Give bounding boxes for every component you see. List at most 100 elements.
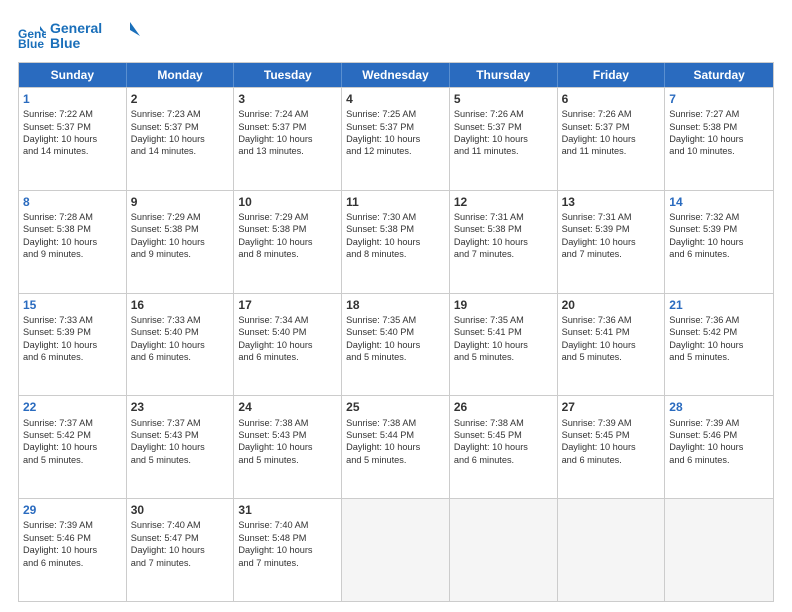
svg-text:Blue: Blue <box>50 35 81 51</box>
cal-cell: 28Sunrise: 7:39 AM Sunset: 5:46 PM Dayli… <box>665 396 773 498</box>
week-row-0: 1Sunrise: 7:22 AM Sunset: 5:37 PM Daylig… <box>19 87 773 190</box>
day-info: Sunrise: 7:35 AM Sunset: 5:40 PM Dayligh… <box>346 315 420 362</box>
cal-cell: 22 Sunrise: 7:37 AM Sunset: 5:42 PM Dayli… <box>19 396 127 498</box>
day-number: 22 <box>23 399 122 415</box>
day-info: Sunrise: 7:37 AM Sunset: 5:43 PM Dayligh… <box>131 418 205 465</box>
day-number: 14 <box>669 194 769 210</box>
cal-cell: 20 Sunrise: 7:36 AM Sunset: 5:41 PM Dayli… <box>558 294 666 396</box>
page: General Blue General Blue SundayMondayTu… <box>0 0 792 612</box>
day-number: 24 <box>238 399 337 415</box>
day-number: 9 <box>131 194 230 210</box>
header-day-friday: Friday <box>558 63 666 87</box>
cal-cell <box>665 499 773 601</box>
calendar-body: 1Sunrise: 7:22 AM Sunset: 5:37 PM Daylig… <box>19 87 773 601</box>
week-row-4: 29 Sunrise: 7:39 AM Sunset: 5:46 PM Dayli… <box>19 498 773 601</box>
day-number: 4 <box>346 91 445 107</box>
week-row-3: 22 Sunrise: 7:37 AM Sunset: 5:42 PM Dayli… <box>19 395 773 498</box>
header-day-sunday: Sunday <box>19 63 127 87</box>
day-number: 5 <box>454 91 553 107</box>
cal-cell: 21 Sunrise: 7:36 AM Sunset: 5:42 PM Dayli… <box>665 294 773 396</box>
day-number: 3 <box>238 91 337 107</box>
header-day-wednesday: Wednesday <box>342 63 450 87</box>
day-number: 8 <box>23 194 122 210</box>
day-number: 17 <box>238 297 337 313</box>
day-info: Sunrise: 7:29 AM Sunset: 5:38 PM Dayligh… <box>131 212 205 259</box>
calendar-header: SundayMondayTuesdayWednesdayThursdayFrid… <box>19 63 773 87</box>
day-info: Sunrise: 7:24 AM Sunset: 5:37 PM Dayligh… <box>238 109 312 156</box>
svg-text:Blue: Blue <box>18 37 44 50</box>
day-info: Sunrise: 7:27 AM Sunset: 5:38 PM Dayligh… <box>669 109 743 156</box>
day-number: 1 <box>23 91 122 107</box>
cal-cell: 3 Sunrise: 7:24 AM Sunset: 5:37 PM Daylig… <box>234 88 342 190</box>
day-info: Sunrise: 7:26 AM Sunset: 5:37 PM Dayligh… <box>562 109 636 156</box>
day-info: Sunrise: 7:23 AM Sunset: 5:37 PM Dayligh… <box>131 109 205 156</box>
day-number: 30 <box>131 502 230 518</box>
day-info: Sunrise: 7:37 AM Sunset: 5:42 PM Dayligh… <box>23 418 97 465</box>
cal-cell: 7 Sunrise: 7:27 AM Sunset: 5:38 PM Daylig… <box>665 88 773 190</box>
day-info: Sunrise: 7:39 AM Sunset: 5:46 PM Dayligh… <box>23 520 97 567</box>
day-info: Sunrise: 7:32 AM Sunset: 5:39 PM Dayligh… <box>669 212 743 259</box>
day-info: Sunrise: 7:26 AM Sunset: 5:37 PM Dayligh… <box>454 109 528 156</box>
day-info: Sunrise: 7:39 AM Sunset: 5:45 PM Dayligh… <box>562 418 636 465</box>
cal-cell: 25 Sunrise: 7:38 AM Sunset: 5:44 PM Dayli… <box>342 396 450 498</box>
cal-cell <box>450 499 558 601</box>
cal-cell <box>558 499 666 601</box>
day-number: 29 <box>23 502 122 518</box>
day-info: Sunrise: 7:38 AM Sunset: 5:44 PM Dayligh… <box>346 418 420 465</box>
cal-cell: 29 Sunrise: 7:39 AM Sunset: 5:46 PM Dayli… <box>19 499 127 601</box>
day-number: 6 <box>562 91 661 107</box>
header-day-tuesday: Tuesday <box>234 63 342 87</box>
day-number: 13 <box>562 194 661 210</box>
cal-cell: 8Sunrise: 7:28 AM Sunset: 5:38 PM Daylig… <box>19 191 127 293</box>
day-info: Sunrise: 7:31 AM Sunset: 5:39 PM Dayligh… <box>562 212 636 259</box>
day-info: Sunrise: 7:36 AM Sunset: 5:42 PM Dayligh… <box>669 315 743 362</box>
cal-cell: 9 Sunrise: 7:29 AM Sunset: 5:38 PM Daylig… <box>127 191 235 293</box>
day-number: 15 <box>23 297 122 313</box>
day-info: Sunrise: 7:33 AM Sunset: 5:39 PM Dayligh… <box>23 315 97 362</box>
day-number: 19 <box>454 297 553 313</box>
day-number: 7 <box>669 91 769 107</box>
cal-cell: 26 Sunrise: 7:38 AM Sunset: 5:45 PM Dayli… <box>450 396 558 498</box>
cal-cell: 15 Sunrise: 7:33 AM Sunset: 5:39 PM Dayli… <box>19 294 127 396</box>
day-number: 2 <box>131 91 230 107</box>
cal-cell: 12Sunrise: 7:31 AM Sunset: 5:38 PM Dayli… <box>450 191 558 293</box>
cal-cell: 5 Sunrise: 7:26 AM Sunset: 5:37 PM Daylig… <box>450 88 558 190</box>
day-info: Sunrise: 7:40 AM Sunset: 5:48 PM Dayligh… <box>238 520 312 567</box>
day-number: 26 <box>454 399 553 415</box>
logo-svg: General Blue <box>50 18 140 54</box>
cal-cell: 1Sunrise: 7:22 AM Sunset: 5:37 PM Daylig… <box>19 88 127 190</box>
day-info: Sunrise: 7:38 AM Sunset: 5:45 PM Dayligh… <box>454 418 528 465</box>
cal-cell: 19Sunrise: 7:35 AM Sunset: 5:41 PM Dayli… <box>450 294 558 396</box>
cal-cell: 4Sunrise: 7:25 AM Sunset: 5:37 PM Daylig… <box>342 88 450 190</box>
day-number: 20 <box>562 297 661 313</box>
day-info: Sunrise: 7:38 AM Sunset: 5:43 PM Dayligh… <box>238 418 312 465</box>
cal-cell: 14 Sunrise: 7:32 AM Sunset: 5:39 PM Dayli… <box>665 191 773 293</box>
day-number: 23 <box>131 399 230 415</box>
cal-cell: 30 Sunrise: 7:40 AM Sunset: 5:47 PM Dayli… <box>127 499 235 601</box>
day-number: 16 <box>131 297 230 313</box>
cal-cell: 2 Sunrise: 7:23 AM Sunset: 5:37 PM Daylig… <box>127 88 235 190</box>
cal-cell: 6 Sunrise: 7:26 AM Sunset: 5:37 PM Daylig… <box>558 88 666 190</box>
cal-cell: 11Sunrise: 7:30 AM Sunset: 5:38 PM Dayli… <box>342 191 450 293</box>
day-number: 27 <box>562 399 661 415</box>
day-info: Sunrise: 7:31 AM Sunset: 5:38 PM Dayligh… <box>454 212 528 259</box>
header-day-monday: Monday <box>127 63 235 87</box>
cal-cell: 27 Sunrise: 7:39 AM Sunset: 5:45 PM Dayli… <box>558 396 666 498</box>
day-number: 28 <box>669 399 769 415</box>
week-row-1: 8Sunrise: 7:28 AM Sunset: 5:38 PM Daylig… <box>19 190 773 293</box>
cal-cell: 18Sunrise: 7:35 AM Sunset: 5:40 PM Dayli… <box>342 294 450 396</box>
cal-cell: 31Sunrise: 7:40 AM Sunset: 5:48 PM Dayli… <box>234 499 342 601</box>
day-info: Sunrise: 7:40 AM Sunset: 5:47 PM Dayligh… <box>131 520 205 567</box>
cal-cell: 24 Sunrise: 7:38 AM Sunset: 5:43 PM Dayli… <box>234 396 342 498</box>
header-day-thursday: Thursday <box>450 63 558 87</box>
cal-cell <box>342 499 450 601</box>
logo-icon: General Blue <box>18 22 46 50</box>
day-number: 21 <box>669 297 769 313</box>
day-info: Sunrise: 7:33 AM Sunset: 5:40 PM Dayligh… <box>131 315 205 362</box>
day-number: 25 <box>346 399 445 415</box>
day-info: Sunrise: 7:36 AM Sunset: 5:41 PM Dayligh… <box>562 315 636 362</box>
week-row-2: 15 Sunrise: 7:33 AM Sunset: 5:39 PM Dayli… <box>19 293 773 396</box>
cal-cell: 23 Sunrise: 7:37 AM Sunset: 5:43 PM Dayli… <box>127 396 235 498</box>
day-info: Sunrise: 7:29 AM Sunset: 5:38 PM Dayligh… <box>238 212 312 259</box>
cal-cell: 10Sunrise: 7:29 AM Sunset: 5:38 PM Dayli… <box>234 191 342 293</box>
